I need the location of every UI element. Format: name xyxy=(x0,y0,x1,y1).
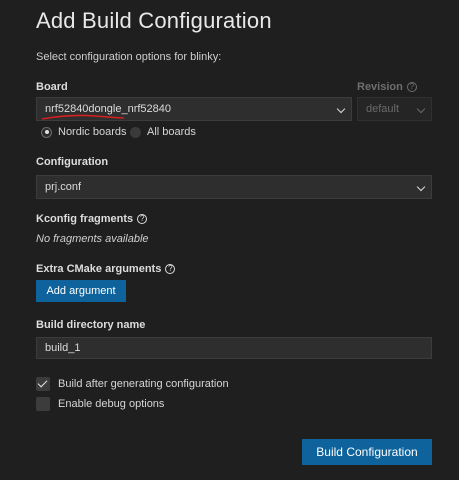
check-icon[interactable] xyxy=(36,377,50,391)
board-filter-nordic[interactable]: Nordic boards xyxy=(41,126,126,138)
revision-select-value: default xyxy=(366,103,400,115)
chevron-down-icon xyxy=(336,104,346,114)
page-subtitle: Select configuration options for blinky: xyxy=(36,51,222,63)
red-underline-annotation xyxy=(41,114,125,120)
configuration-label: Configuration xyxy=(36,156,109,168)
build-after-option[interactable]: Build after generating configuration xyxy=(36,377,229,391)
page-title: Add Build Configuration xyxy=(36,8,272,33)
build-configuration-button[interactable]: Build Configuration xyxy=(302,439,432,465)
configuration-select[interactable]: prj.conf xyxy=(36,175,432,199)
revision-label-text: Revision xyxy=(357,81,403,93)
revision-label: Revision? xyxy=(357,81,417,93)
question-circle-icon[interactable]: ? xyxy=(406,82,417,92)
build-dir-input[interactable]: build_1 xyxy=(36,337,432,359)
configuration-select-value: prj.conf xyxy=(45,181,82,193)
board-label: Board xyxy=(36,81,68,93)
radio-all-label: All boards xyxy=(147,126,196,138)
cmake-label: Extra CMake arguments? xyxy=(36,263,176,275)
build-after-label: Build after generating configuration xyxy=(58,378,229,390)
chevron-down-icon xyxy=(416,104,426,114)
add-argument-button[interactable]: Add argument xyxy=(36,280,126,302)
radio-nordic[interactable] xyxy=(41,126,52,138)
revision-select[interactable]: default xyxy=(357,97,432,121)
question-circle-icon[interactable]: ? xyxy=(137,214,148,224)
debug-option[interactable]: Enable debug options xyxy=(36,397,164,411)
debug-checkbox[interactable] xyxy=(36,397,50,411)
build-dir-label: Build directory name xyxy=(36,319,146,331)
radio-nordic-label: Nordic boards xyxy=(58,126,127,138)
debug-label: Enable debug options xyxy=(58,398,165,410)
cmake-label-text: Extra CMake arguments xyxy=(36,263,162,275)
chevron-down-icon xyxy=(416,182,426,192)
board-filter-all[interactable]: All boards xyxy=(130,126,196,138)
kconfig-label: Kconfig fragments? xyxy=(36,213,148,225)
kconfig-label-text: Kconfig fragments xyxy=(36,213,134,225)
radio-all[interactable] xyxy=(130,126,141,138)
kconfig-empty-text: No fragments available xyxy=(36,233,149,245)
question-circle-icon[interactable]: ? xyxy=(165,264,176,274)
